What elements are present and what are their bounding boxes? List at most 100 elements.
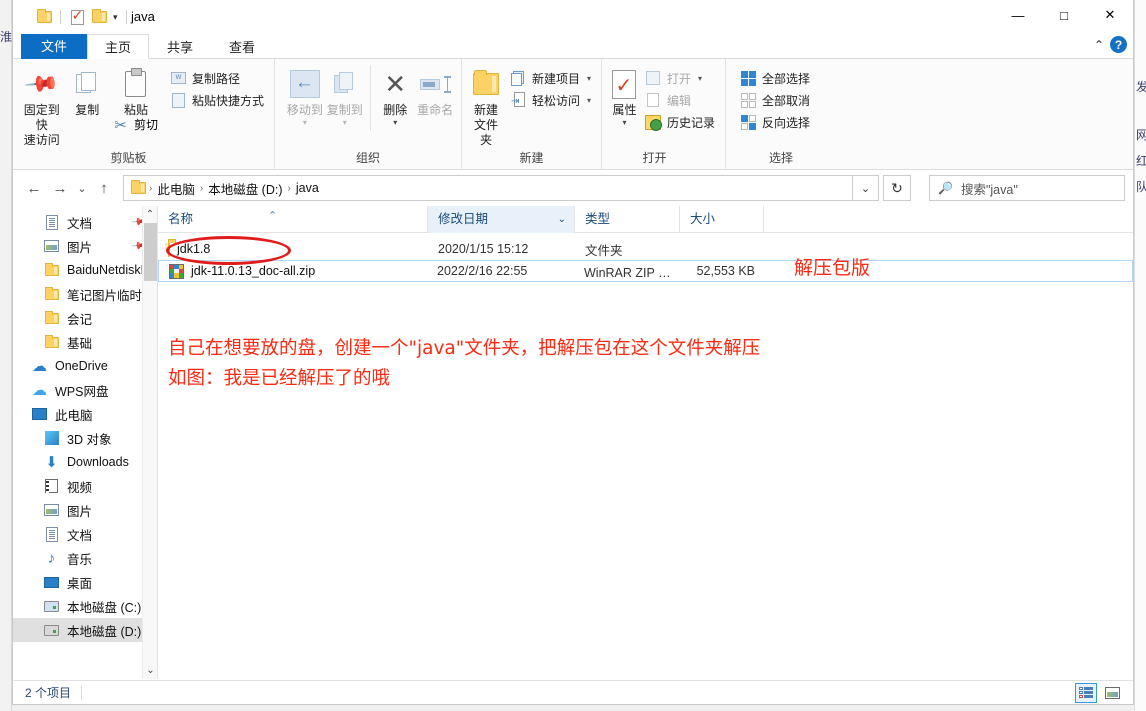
maximize-button[interactable]: □: [1041, 0, 1087, 30]
window-title: java: [131, 9, 155, 24]
nav-item-label: 文档: [67, 528, 93, 543]
nav-item-15[interactable]: 桌面: [13, 570, 157, 594]
music-icon: ♪: [47, 549, 56, 567]
edit-button[interactable]: 编辑: [641, 89, 719, 111]
nav-item-label: 图片: [67, 240, 93, 255]
nav-item-9[interactable]: 3D 对象: [13, 426, 157, 450]
navigation-scrollbar[interactable]: ⌃ ⌄: [142, 206, 157, 679]
forward-button[interactable]: →: [47, 175, 73, 201]
invert-selection-button[interactable]: 反向选择: [736, 111, 814, 133]
tab-file[interactable]: 文件: [21, 34, 88, 59]
scroll-up-icon[interactable]: ⌃: [143, 206, 157, 223]
pin-to-quick-access-button[interactable]: 📌 固定到快 速访问: [19, 65, 64, 148]
ribbon-group-new: 新建 文件夹 新建项目 ▾ ⇥ 轻松访问 ▾ 新建: [462, 59, 602, 170]
column-filter-caret-icon[interactable]: ⌄: [558, 206, 566, 233]
copy-to-caret: ▾: [342, 118, 347, 127]
search-input[interactable]: 搜索"java": [961, 179, 1018, 198]
nav-item-10[interactable]: ⬇ Downloads: [13, 450, 157, 474]
breadcrumb[interactable]: › 此电脑 › 本地磁盘 (D:) › java: [123, 175, 853, 201]
select-all-button[interactable]: 全部选择: [736, 67, 814, 89]
nav-item-6[interactable]: ☁ OneDrive: [13, 354, 157, 378]
nav-item-3[interactable]: 笔记图片临时纯: [13, 282, 157, 306]
address-dropdown-caret-icon[interactable]: ⌄: [853, 175, 879, 201]
nav-item-17[interactable]: 本地磁盘 (D:): [13, 618, 157, 642]
close-button[interactable]: ✕: [1087, 0, 1133, 30]
minimize-button[interactable]: —: [995, 0, 1041, 30]
onedrive-icon: ☁: [32, 357, 47, 375]
history-button[interactable]: 历史记录: [641, 111, 719, 133]
table-row[interactable]: jdk1.8 2020/1/15 15:12 文件夹: [158, 238, 1133, 260]
cut-button[interactable]: ✂ 剪切: [112, 116, 158, 134]
column-header-modified[interactable]: 修改日期 ⌄: [428, 205, 575, 233]
refresh-icon[interactable]: ↻: [883, 175, 911, 201]
nav-item-12[interactable]: 图片: [13, 498, 157, 522]
select-none-button[interactable]: 全部取消: [736, 89, 814, 111]
nav-item-11[interactable]: 视频: [13, 474, 157, 498]
open-button[interactable]: 打开 ▾: [641, 67, 719, 89]
column-header-name[interactable]: 名称 ⌃: [158, 205, 428, 233]
view-mode-buttons: [1075, 682, 1123, 703]
easy-access-button[interactable]: ⇥ 轻松访问 ▾: [506, 89, 595, 111]
new-folder-button[interactable]: 新建 文件夹: [470, 65, 502, 148]
easy-access-icon: ⇥: [510, 92, 527, 109]
column-header-type[interactable]: 类型: [575, 205, 680, 233]
up-button[interactable]: ↑: [91, 175, 117, 201]
nav-item-2[interactable]: BaiduNetdiskD: [13, 258, 157, 282]
new-item-button[interactable]: 新建项目 ▾: [506, 67, 595, 89]
paste-shortcut-button[interactable]: 粘贴快捷方式: [166, 89, 268, 111]
nav-item-14[interactable]: ♪ 音乐: [13, 546, 157, 570]
breadcrumb-item-java[interactable]: java: [292, 181, 323, 195]
copy-to-icon: [333, 68, 356, 100]
nav-item-4[interactable]: 会记: [13, 306, 157, 330]
pin-icon: 📌: [23, 65, 61, 103]
recent-locations-button[interactable]: ⌄: [73, 175, 91, 201]
paste-button[interactable]: 粘贴: [110, 68, 162, 118]
qat-properties-icon[interactable]: [66, 6, 88, 28]
nav-item-0[interactable]: 文档 📌: [13, 210, 157, 234]
rename-button[interactable]: 重命名: [415, 65, 455, 118]
wps-cloud-icon: ☁: [32, 381, 47, 399]
nav-item-label: 图片: [67, 504, 93, 519]
move-to-button[interactable]: 移动到 ▾: [285, 65, 325, 127]
tab-share[interactable]: 共享: [149, 34, 211, 59]
table-row[interactable]: jdk-11.0.13_doc-all.zip 2022/2/16 22:55 Wi…: [158, 260, 1133, 282]
easy-access-caret: ▾: [586, 95, 591, 105]
large-icons-view-button[interactable]: [1101, 683, 1123, 703]
scrollbar-thumb[interactable]: [144, 223, 157, 281]
nav-item-1[interactable]: 图片 📌: [13, 234, 157, 258]
breadcrumb-item-this-pc[interactable]: 此电脑: [153, 179, 199, 198]
qat-dropdown-caret[interactable]: ▾: [110, 12, 121, 23]
scroll-down-icon[interactable]: ⌄: [143, 662, 157, 679]
copy-button[interactable]: 复制: [64, 65, 109, 118]
select-none-icon: [740, 92, 757, 109]
help-icon[interactable]: ?: [1110, 36, 1127, 53]
back-button[interactable]: ←: [21, 175, 47, 201]
nav-item-8[interactable]: 此电脑: [13, 402, 157, 426]
new-item-icon: [510, 70, 527, 87]
breadcrumb-item-local-disk-d[interactable]: 本地磁盘 (D:): [204, 179, 286, 198]
tab-home[interactable]: 主页: [87, 34, 150, 59]
qat-folder-icon[interactable]: [33, 6, 55, 28]
annotation-ellipse-jdk18: [166, 236, 291, 265]
details-view-button[interactable]: [1075, 682, 1097, 703]
copy-to-button[interactable]: 复制到 ▾: [325, 65, 365, 127]
nav-item-label: 基础: [67, 336, 93, 351]
file-modified-date: 2022/2/16 22:55: [437, 264, 528, 278]
nav-item-7[interactable]: ☁ WPS网盘: [13, 378, 157, 402]
document-icon: [43, 526, 60, 543]
collapse-ribbon-icon[interactable]: ⌃: [1094, 38, 1104, 52]
delete-button[interactable]: ✕ 删除 ▾: [375, 65, 415, 127]
nav-item-label: 视频: [67, 480, 93, 495]
document-icon: [43, 214, 60, 231]
qat-new-folder-icon[interactable]: [88, 6, 110, 28]
nav-item-16[interactable]: 本地磁盘 (C:): [13, 594, 157, 618]
copy-path-button[interactable]: W 复制路径: [166, 67, 268, 89]
column-header-size[interactable]: 大小: [680, 205, 764, 233]
properties-button[interactable]: 属性 ▾: [610, 65, 639, 127]
search-box[interactable]: 🔍 搜索"java": [929, 175, 1125, 201]
tab-view[interactable]: 查看: [211, 34, 273, 59]
nav-item-5[interactable]: 基础: [13, 330, 157, 354]
folder-icon: [43, 286, 60, 303]
nav-item-13[interactable]: 文档: [13, 522, 157, 546]
nav-item-label: BaiduNetdiskD: [67, 263, 150, 277]
